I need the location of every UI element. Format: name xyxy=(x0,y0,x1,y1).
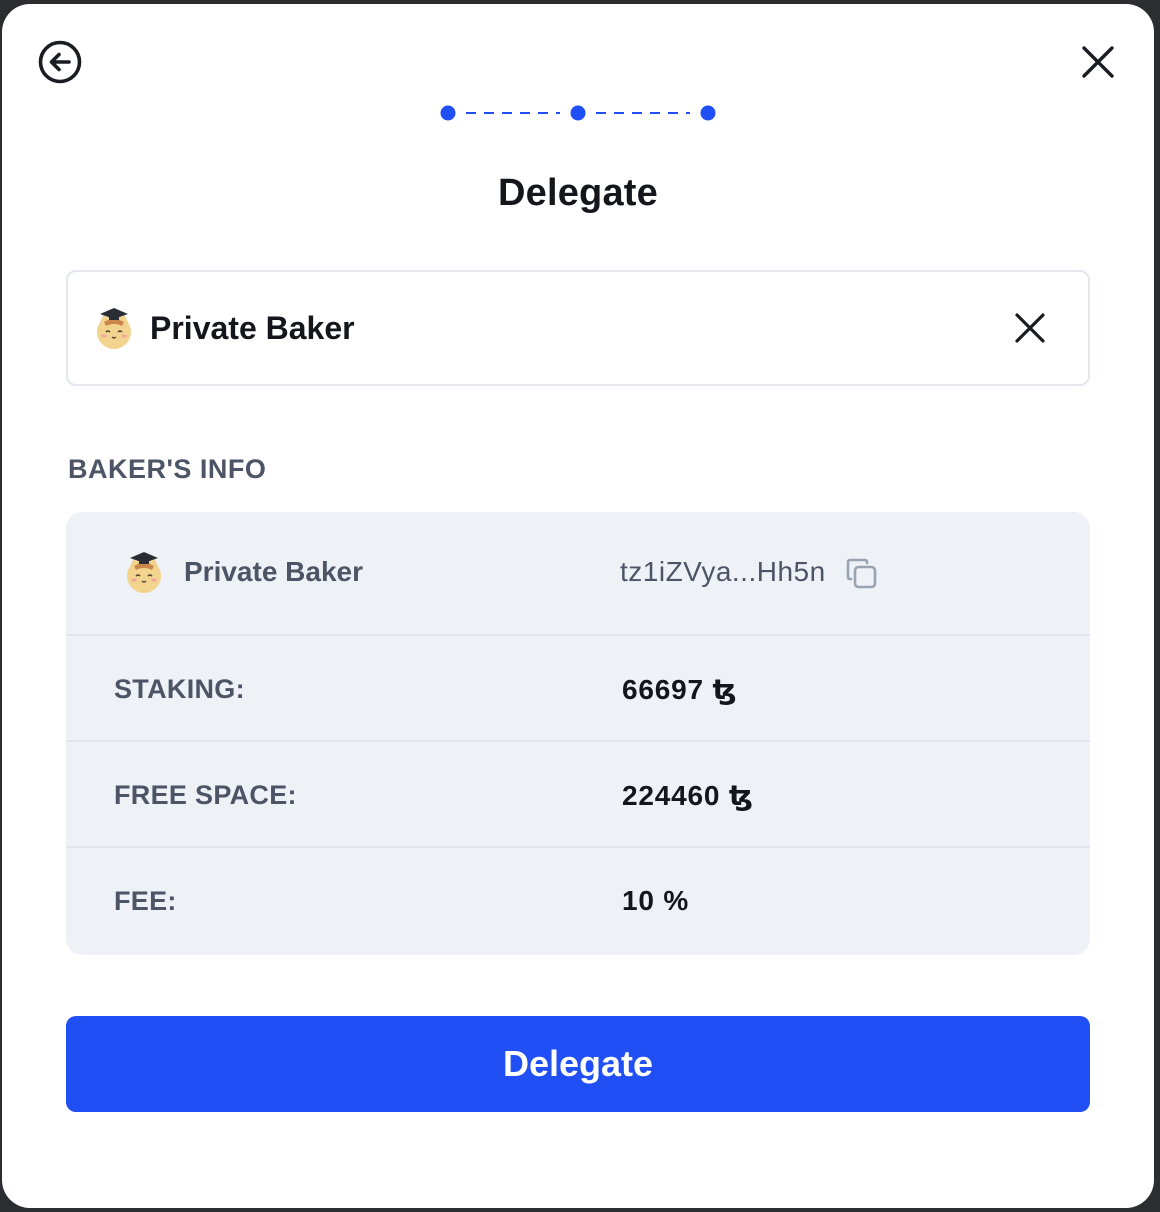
clear-baker-button[interactable] xyxy=(1012,310,1048,346)
staking-value: 66697 ꜩ xyxy=(622,674,738,705)
delegate-modal: Delegate Private Baker BAKER'S INFO Priv… xyxy=(2,4,1154,1208)
step-dot-3 xyxy=(700,105,716,121)
copy-icon xyxy=(846,558,877,589)
staking-row: STAKING: 66697 ꜩ xyxy=(66,636,1090,742)
step-dot-2 xyxy=(570,105,586,121)
fee-label: FEE: xyxy=(114,886,177,916)
bakers-info-label: BAKER'S INFO xyxy=(68,454,267,484)
free-space-value: 224460 ꜩ xyxy=(622,780,754,811)
selected-baker-field[interactable]: Private Baker xyxy=(66,270,1090,386)
step-indicator xyxy=(438,103,718,123)
arrow-left-circle-icon xyxy=(38,40,82,84)
free-space-label: FREE SPACE: xyxy=(114,780,297,810)
baker-identity-row: Private Baker tz1iZVya...Hh5n xyxy=(66,512,1090,636)
close-icon xyxy=(1082,46,1114,78)
close-button[interactable] xyxy=(1076,40,1120,84)
step-dot-1 xyxy=(440,105,456,121)
staking-label: STAKING: xyxy=(114,674,245,704)
cat-graduate-avatar-icon xyxy=(127,552,161,593)
baker-name: Private Baker xyxy=(184,556,364,587)
page-title: Delegate xyxy=(497,172,658,214)
selected-baker-name: Private Baker xyxy=(150,310,355,346)
fee-row: FEE: 10 % xyxy=(66,848,1090,955)
free-space-row: FREE SPACE: 224460 ꜩ xyxy=(66,742,1090,848)
close-icon xyxy=(1015,313,1045,343)
cat-graduate-avatar-icon xyxy=(97,308,131,349)
back-button[interactable] xyxy=(36,38,84,86)
delegate-button[interactable]: Delegate xyxy=(66,1016,1090,1112)
copy-address-button[interactable] xyxy=(844,556,880,592)
baker-info-card: Private Baker tz1iZVya...Hh5n STAKING: 6… xyxy=(66,512,1090,955)
fee-value: 10 % xyxy=(622,885,690,916)
baker-address: tz1iZVya...Hh5n xyxy=(620,556,826,587)
